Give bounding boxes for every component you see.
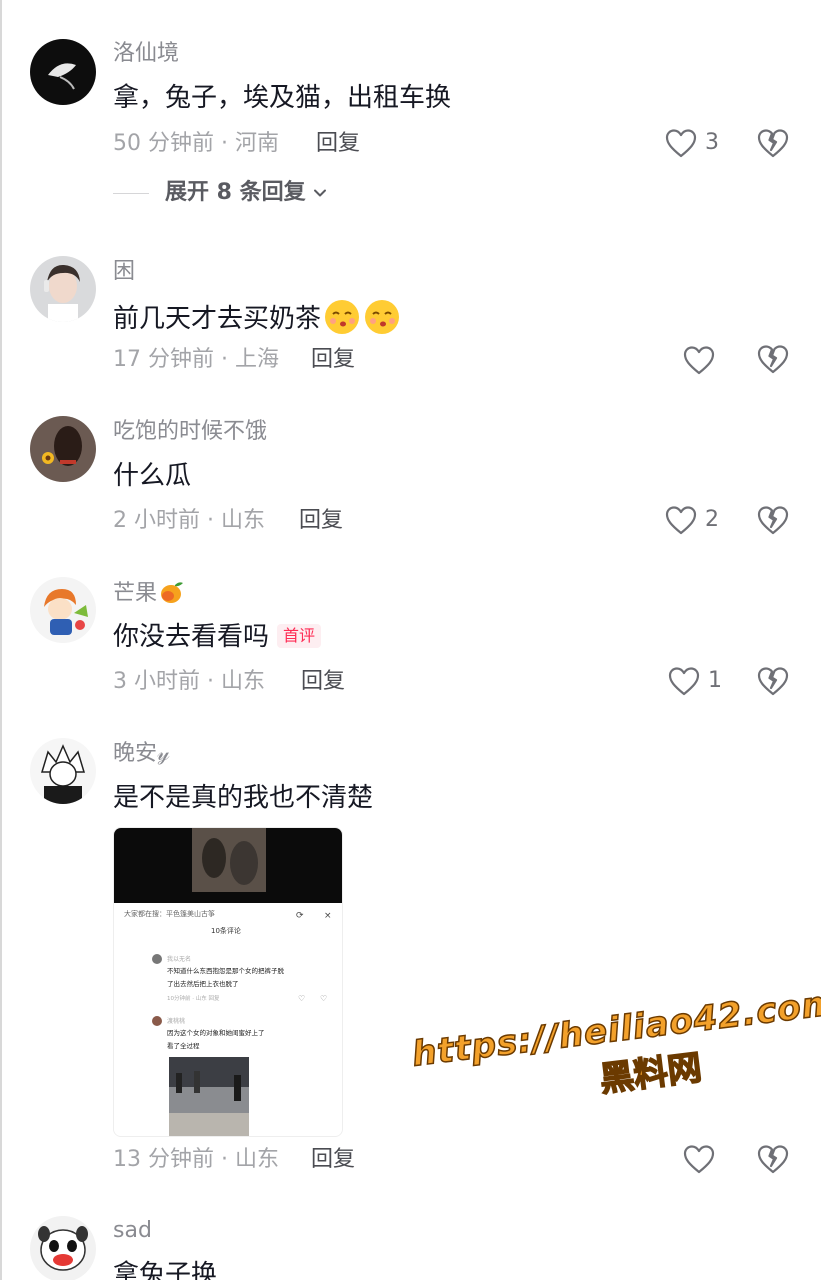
svg-text:♡: ♡ [320, 994, 327, 1003]
heart-outline-icon [665, 129, 697, 158]
svg-text:我以无名: 我以无名 [167, 955, 191, 963]
svg-text:渡桃桃: 渡桃桃 [167, 1017, 185, 1025]
avatar[interactable] [30, 738, 96, 804]
svg-text:看了全过程: 看了全过程 [167, 1041, 200, 1050]
like-count: 3 [705, 130, 719, 155]
reply-button[interactable]: 回复 [301, 668, 345, 696]
avatar[interactable] [30, 416, 96, 482]
avatar[interactable] [30, 577, 96, 643]
comment-meta: 17 分钟前 · 上海 [113, 347, 279, 372]
author-name[interactable]: 芒果 [113, 579, 185, 608]
comment-meta: 50 分钟前 · 河南 [113, 131, 279, 156]
avatar[interactable] [30, 256, 96, 322]
svg-text:10分钟前 · 山东 回复: 10分钟前 · 山东 回复 [167, 994, 220, 1002]
avatar[interactable] [30, 1216, 96, 1280]
heart-outline-icon [668, 667, 700, 696]
mango-emoji [161, 582, 184, 603]
author-name[interactable]: sad [113, 1217, 152, 1245]
reply-button[interactable]: 回复 [316, 130, 360, 158]
comment-meta: 3 小时前 · 山东 [113, 669, 265, 694]
attachment-search-text: 大家都在搜：平色篷美山古筝 [124, 909, 215, 918]
like-button[interactable]: 3 [665, 128, 719, 158]
broken-heart-icon [757, 667, 789, 696]
comment-text: 是不是真的我也不清楚 [113, 783, 374, 813]
first-comment-badge: 首评 [277, 624, 322, 648]
comment-meta: 13 分钟前 · 山东 [113, 1147, 279, 1172]
comment-text: 拿，兔子，埃及猫，出租车换 [113, 83, 452, 113]
dislike-button[interactable] [757, 1143, 789, 1175]
author-name[interactable]: 洛仙境 [113, 40, 179, 68]
shushing-face-emoji [365, 300, 400, 334]
attachment-title: 10条评论 [211, 926, 241, 935]
broken-heart-icon [757, 345, 789, 374]
author-name[interactable]: 晚安𝓎 [113, 740, 170, 768]
broken-heart-icon [757, 129, 789, 158]
dislike-button[interactable] [757, 665, 789, 697]
heart-outline-icon [683, 1145, 715, 1174]
broken-heart-icon [757, 506, 789, 535]
refresh-icon: ⟳ [296, 911, 304, 921]
dislike-button[interactable] [757, 504, 789, 536]
heart-outline-icon [683, 346, 715, 375]
dislike-button[interactable] [757, 343, 789, 375]
like-button[interactable] [683, 1144, 715, 1174]
reply-button[interactable]: 回复 [311, 1146, 355, 1174]
comment-text: 拿兔子换 [113, 1260, 218, 1280]
expand-replies[interactable]: 展开 8 条回复 [113, 179, 328, 207]
chevron-down-icon [313, 189, 326, 197]
author-name[interactable]: 吃饱的时候不饿 [113, 418, 267, 446]
svg-text:了出去然后把上衣也脱了: 了出去然后把上衣也脱了 [167, 979, 239, 988]
left-border [0, 0, 2, 1280]
divider [113, 192, 149, 194]
heart-outline-icon [665, 506, 697, 535]
svg-text:♡: ♡ [298, 994, 305, 1003]
author-name[interactable]: 困 [113, 258, 135, 286]
reply-button[interactable]: 回复 [311, 346, 355, 374]
broken-heart-icon [757, 1145, 789, 1174]
svg-text:因为这个女的对象和她闺蜜好上了: 因为这个女的对象和她闺蜜好上了 [167, 1028, 265, 1037]
screenshot-image: 大家都在搜：平色篷美山古筝 10条评论 ⟳ × 我以无名 不知道什么东西抱怨是那… [114, 828, 342, 1136]
shushing-face-emoji [325, 300, 360, 334]
like-count: 2 [705, 507, 719, 532]
comment-text: 你没去看看吗 首评 [113, 620, 322, 654]
dislike-button[interactable] [757, 127, 789, 159]
watermark: https://heiliao42.com 黑料网 [409, 982, 821, 1124]
like-button[interactable]: 2 [665, 505, 719, 535]
like-button[interactable] [683, 345, 715, 375]
avatar[interactable] [30, 39, 96, 105]
comment-text: 什么瓜 [113, 461, 192, 491]
like-count: 1 [708, 668, 722, 693]
comment-image-attachment[interactable]: 大家都在搜：平色篷美山古筝 10条评论 ⟳ × 我以无名 不知道什么东西抱怨是那… [113, 827, 343, 1137]
like-button[interactable]: 1 [668, 666, 722, 696]
svg-text:不知道什么东西抱怨是那个女的把裤子脱: 不知道什么东西抱怨是那个女的把裤子脱 [167, 966, 285, 975]
reply-button[interactable]: 回复 [299, 507, 343, 535]
comment-text: 前几天才去买奶茶 [113, 298, 401, 336]
close-icon: × [324, 911, 332, 921]
expand-replies-label: 展开 8 条回复 [165, 180, 306, 205]
comment-meta: 2 小时前 · 山东 [113, 508, 265, 533]
